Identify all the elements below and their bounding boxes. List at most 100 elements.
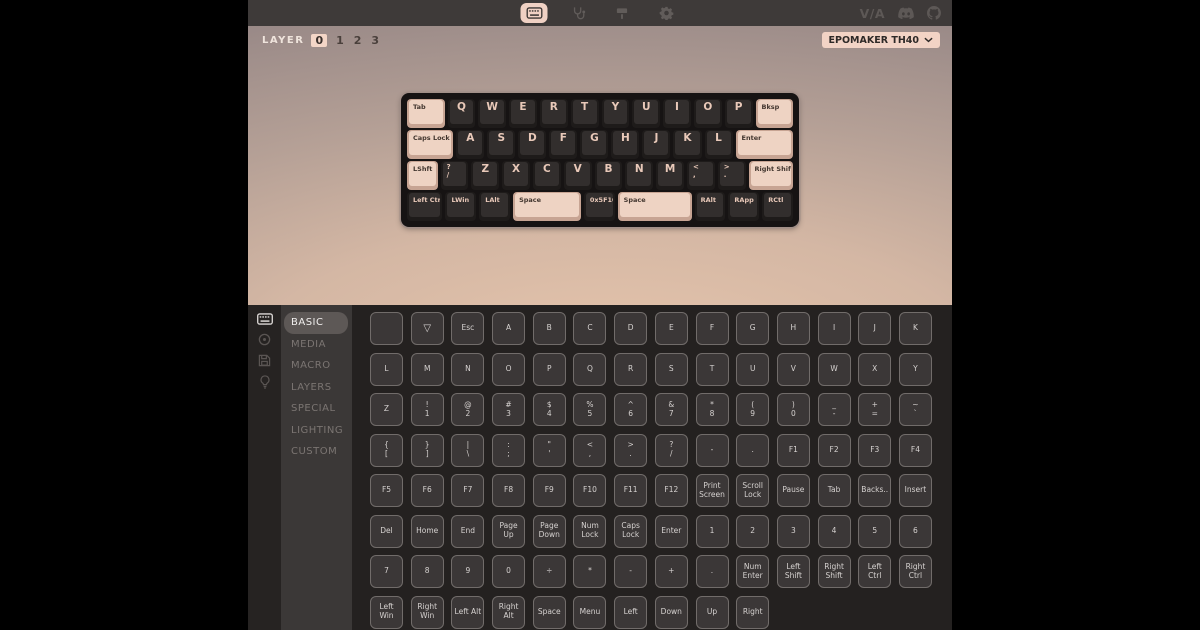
keycode-button[interactable]: Menu: [573, 596, 606, 629]
keycode-button[interactable]: Page Down: [533, 515, 566, 548]
menu-item-layers[interactable]: LAYERS: [281, 377, 352, 399]
keycode-button[interactable]: Backs..: [858, 474, 891, 507]
keycap[interactable]: E: [509, 99, 537, 128]
keycode-button[interactable]: # 3: [492, 393, 525, 426]
keycode-button[interactable]: B: [533, 312, 566, 345]
keycode-button[interactable]: M: [411, 353, 444, 386]
keycode-button[interactable]: 8: [411, 555, 444, 588]
keycode-button[interactable]: Insert: [899, 474, 932, 507]
keycap[interactable]: X: [502, 161, 530, 190]
keycap[interactable]: Caps Lock: [407, 130, 453, 159]
keycode-button[interactable]: & 7: [655, 393, 688, 426]
keycode-button[interactable]: 6: [899, 515, 932, 548]
keycode-button[interactable]: Right Ctrl: [899, 555, 932, 588]
tool-circle-dot-button[interactable]: [258, 333, 271, 346]
keycap[interactable]: < ,: [687, 161, 715, 190]
keycode-button[interactable]: Enter: [655, 515, 688, 548]
keycap[interactable]: M: [656, 161, 684, 190]
keycap[interactable]: V: [564, 161, 592, 190]
keycode-button[interactable]: V: [777, 353, 810, 386]
keycode-button[interactable]: Pause: [777, 474, 810, 507]
keycode-button[interactable]: I: [818, 312, 851, 345]
keycode-button[interactable]: E: [655, 312, 688, 345]
discord-link[interactable]: [898, 7, 914, 19]
keycap[interactable]: W: [478, 99, 506, 128]
keycap[interactable]: RCtl: [762, 192, 793, 221]
keycap[interactable]: LShft: [407, 161, 438, 190]
keycode-button[interactable]: ~ `: [899, 393, 932, 426]
keycode-button[interactable]: Right Win: [411, 596, 444, 629]
keycap[interactable]: J: [642, 130, 670, 159]
keycode-button[interactable]: F5: [370, 474, 403, 507]
keycode-button[interactable]: ( 9: [736, 393, 769, 426]
menu-item-special[interactable]: SPECIAL: [281, 398, 352, 420]
keycode-button[interactable]: ? /: [655, 434, 688, 467]
keycode-button[interactable]: Left Alt: [451, 596, 484, 629]
keycap[interactable]: H: [611, 130, 639, 159]
keycode-button[interactable]: ▽: [411, 312, 444, 345]
keycode-button[interactable]: ) 0: [777, 393, 810, 426]
keycode-button[interactable]: > .: [614, 434, 647, 467]
layer-0-button[interactable]: 0: [311, 34, 327, 47]
layer-2-button[interactable]: 2: [353, 34, 363, 47]
keycode-button[interactable]: F9: [533, 474, 566, 507]
keycap[interactable]: Q: [448, 99, 476, 128]
keycode-button[interactable]: Right Shift: [818, 555, 851, 588]
keycode-button[interactable]: Left Shift: [777, 555, 810, 588]
keycode-button[interactable]: C: [573, 312, 606, 345]
keycode-button[interactable]: *: [573, 555, 606, 588]
keycode-button[interactable]: " ': [533, 434, 566, 467]
keycap[interactable]: RApp: [728, 192, 759, 221]
keycode-button[interactable]: @ 2: [451, 393, 484, 426]
keycap[interactable]: C: [533, 161, 561, 190]
keycode-button[interactable]: .: [736, 434, 769, 467]
keycap[interactable]: P: [725, 99, 753, 128]
nav-keyboard-button[interactable]: [521, 3, 548, 23]
keycode-button[interactable]: F3: [858, 434, 891, 467]
keycode-button[interactable]: P: [533, 353, 566, 386]
keycode-button[interactable]: .: [696, 555, 729, 588]
keycode-button[interactable]: Left: [614, 596, 647, 629]
keycode-button[interactable]: Scroll Lock: [736, 474, 769, 507]
keycode-button[interactable]: Num Enter: [736, 555, 769, 588]
keycode-button[interactable]: F6: [411, 474, 444, 507]
keycap[interactable]: 0x5F10: [584, 192, 615, 221]
keycap[interactable]: A: [456, 130, 484, 159]
nav-key-tester-button[interactable]: [565, 3, 592, 23]
tool-save-button[interactable]: [258, 354, 271, 367]
keycode-button[interactable]: ! 1: [411, 393, 444, 426]
keycode-button[interactable]: 9: [451, 555, 484, 588]
github-link[interactable]: [927, 6, 941, 20]
keycap[interactable]: > .: [718, 161, 746, 190]
keycode-button[interactable]: Home: [411, 515, 444, 548]
layer-3-button[interactable]: 3: [370, 34, 380, 47]
keycode-button[interactable]: [370, 312, 403, 345]
keycode-button[interactable]: ^ 6: [614, 393, 647, 426]
keycode-button[interactable]: Q: [573, 353, 606, 386]
keycode-button[interactable]: 1: [696, 515, 729, 548]
keycode-button[interactable]: R: [614, 353, 647, 386]
keycap[interactable]: Left Ctrl: [407, 192, 442, 221]
keycap[interactable]: F: [549, 130, 577, 159]
keycode-button[interactable]: F12: [655, 474, 688, 507]
tool-lightbulb-button[interactable]: [259, 375, 271, 389]
keycode-button[interactable]: K: [899, 312, 932, 345]
keycode-button[interactable]: ÷: [533, 555, 566, 588]
keycode-button[interactable]: Caps Lock: [614, 515, 647, 548]
menu-item-basic[interactable]: BASIC: [284, 312, 348, 334]
keycode-button[interactable]: F11: [614, 474, 647, 507]
menu-item-media[interactable]: MEDIA: [281, 334, 352, 356]
keycode-button[interactable]: Y: [899, 353, 932, 386]
keycode-button[interactable]: 4: [818, 515, 851, 548]
keycode-button[interactable]: +: [655, 555, 688, 588]
keycap[interactable]: U: [632, 99, 660, 128]
keycap[interactable]: S: [487, 130, 515, 159]
keycode-button[interactable]: Left Ctrl: [858, 555, 891, 588]
keycap[interactable]: D: [518, 130, 546, 159]
keycap[interactable]: Right Shift: [749, 161, 793, 190]
keycode-button[interactable]: } ]: [411, 434, 444, 467]
keycap[interactable]: Space: [513, 192, 581, 221]
keycode-button[interactable]: $ 4: [533, 393, 566, 426]
keycode-button[interactable]: < ,: [573, 434, 606, 467]
device-selector-dropdown[interactable]: EPOMAKER TH40: [822, 32, 940, 48]
